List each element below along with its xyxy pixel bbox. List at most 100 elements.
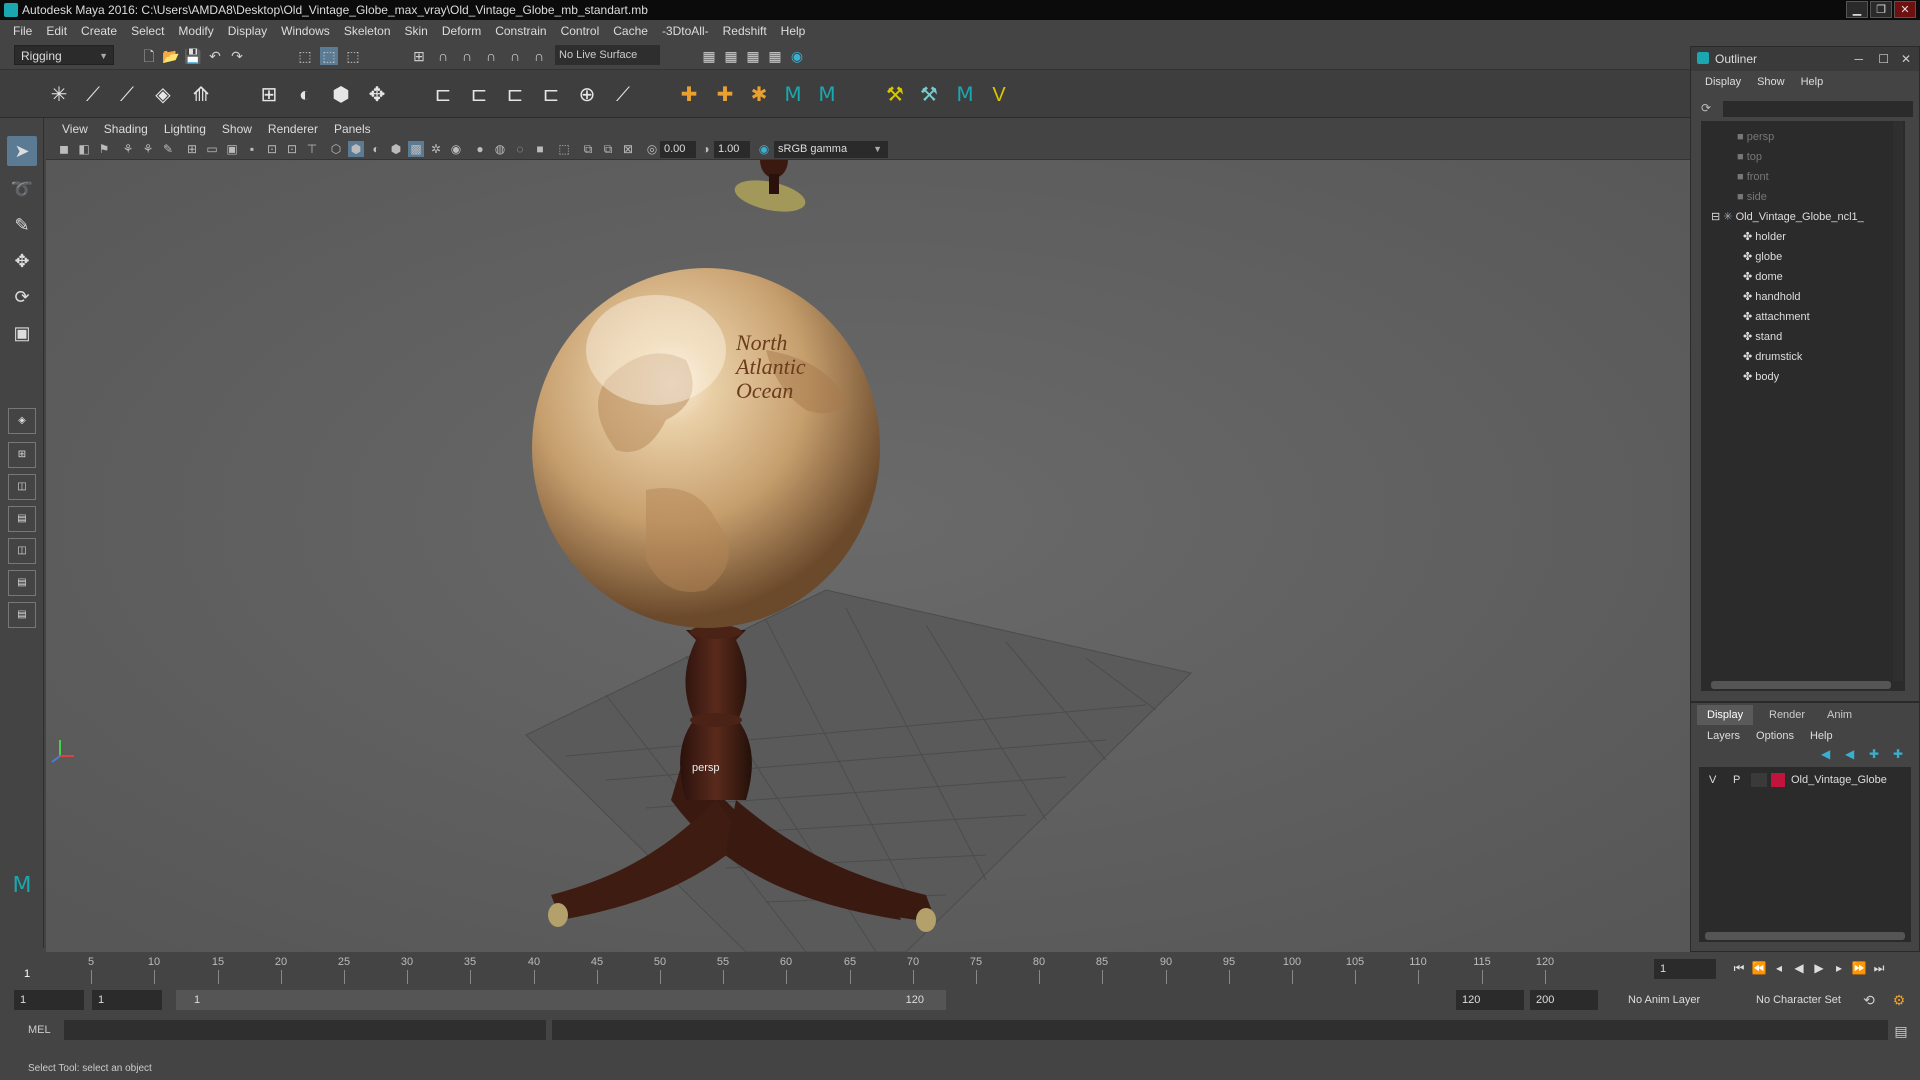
outliner-item-holder[interactable]: ✤ holder — [1743, 227, 1786, 247]
render-frame-icon[interactable]: ▦ — [700, 47, 718, 65]
menu-control[interactable]: Control — [554, 20, 607, 42]
xray-icon[interactable]: ⧉ — [580, 141, 596, 157]
layer-color-swatch[interactable] — [1771, 773, 1785, 787]
redo-icon[interactable]: ↷ — [228, 47, 246, 65]
outliner-item-globe[interactable]: ✤ globe — [1743, 247, 1782, 267]
depth-of-field-icon[interactable]: ■ — [532, 141, 548, 157]
start-time-field[interactable]: 1 — [14, 990, 84, 1010]
four-view-layout-icon[interactable]: ⊞ — [8, 442, 36, 468]
field-chart-icon[interactable]: ⊡ — [264, 141, 280, 157]
camera-icon[interactable]: ◼ — [56, 141, 72, 157]
step-back-key-icon[interactable]: ⏪ — [1750, 961, 1768, 977]
paint-skin-icon[interactable]: ⚒ — [916, 82, 942, 108]
play-forward-icon[interactable]: ▶ — [1810, 961, 1828, 977]
menu-deform[interactable]: Deform — [435, 20, 488, 42]
viewport-menu-view[interactable]: View — [54, 122, 96, 136]
outliner-item-dome[interactable]: ✤ dome — [1743, 267, 1783, 287]
layer-horizontal-scrollbar[interactable] — [1705, 932, 1905, 940]
play-backwards-icon[interactable]: ◀ — [1790, 961, 1808, 977]
layer-menu-options[interactable]: Options — [1748, 727, 1802, 745]
wireframe-on-shaded-icon[interactable]: ⬢ — [388, 141, 404, 157]
safe-action-icon[interactable]: ⊡ — [284, 141, 300, 157]
ik-handle-icon[interactable]: ⟋ — [80, 82, 106, 108]
minimize-icon[interactable]: ─ — [1854, 47, 1863, 71]
outliner-item-group[interactable]: ⊟ ✳ Old_Vintage_Globe_ncl1_ — [1711, 207, 1864, 227]
parent-constraint-icon[interactable]: ⊏ — [430, 82, 456, 108]
menu-3dtoall[interactable]: -3DtoAll- — [655, 20, 716, 42]
layer-menu-layers[interactable]: Layers — [1699, 727, 1748, 745]
single-view-layout-icon[interactable]: ◈ — [8, 408, 36, 434]
blend-shape-icon[interactable]: V — [986, 82, 1012, 108]
scale-tool-icon[interactable]: ▣ — [7, 318, 37, 348]
new-empty-layer-icon[interactable]: ✚ — [1869, 747, 1879, 761]
layer-menu-help[interactable]: Help — [1802, 727, 1841, 745]
character-set-dropdown[interactable]: No Character Set — [1750, 990, 1874, 1010]
step-back-frame-icon[interactable]: ◂ — [1770, 961, 1788, 977]
outliner-menu-display[interactable]: Display — [1697, 76, 1749, 88]
outliner-item-handhold[interactable]: ✤ handhold — [1743, 287, 1801, 307]
move-layer-up-icon[interactable]: ◀ — [1821, 747, 1830, 761]
ik-spline-icon[interactable]: ⟋ — [114, 82, 140, 108]
viewport-menu-shading[interactable]: Shading — [96, 122, 156, 136]
ipr-render-icon[interactable]: ▦ — [722, 47, 740, 65]
menu-edit[interactable]: Edit — [39, 20, 74, 42]
select-hierarchy-icon[interactable]: ⬚ — [296, 47, 314, 65]
perspective-viewport[interactable]: North Atlantic Ocean persp — [46, 160, 1690, 952]
bind-skin-icon[interactable]: ⊞ — [256, 82, 282, 108]
new-layer-from-selection-icon[interactable]: ✚ — [1893, 747, 1903, 761]
auto-key-icon[interactable]: ⟲ — [1860, 991, 1878, 1009]
viewport-menu-renderer[interactable]: Renderer — [260, 122, 326, 136]
viewport-menu-lighting[interactable]: Lighting — [156, 122, 214, 136]
exposure-field[interactable]: 0.00 — [660, 141, 696, 158]
menu-cache[interactable]: Cache — [606, 20, 655, 42]
select-tool-icon[interactable]: ➤ — [7, 136, 37, 166]
image-plane-icon[interactable]: ⚘ — [120, 141, 136, 157]
grid-icon[interactable]: ⊞ — [184, 141, 200, 157]
select-component-icon[interactable]: ⬚ — [344, 47, 362, 65]
two-d-pan-icon[interactable]: ⚘ — [140, 141, 156, 157]
scale-constraint-icon[interactable]: ⊏ — [538, 82, 564, 108]
xray-active-icon[interactable]: ⧉ — [600, 141, 616, 157]
menu-windows[interactable]: Windows — [274, 20, 337, 42]
wireframe-icon[interactable]: ⬡ — [328, 141, 344, 157]
smooth-shade-icon[interactable]: ⬢ — [348, 141, 364, 157]
filter-icon[interactable]: ⟳ — [1701, 101, 1711, 115]
point-constraint-icon[interactable]: ⊏ — [466, 82, 492, 108]
use-all-lights-icon[interactable]: ✲ — [428, 141, 444, 157]
grease-pencil-icon[interactable]: ✎ — [160, 141, 176, 157]
render-view-icon[interactable]: ◉ — [788, 47, 806, 65]
viewport-menu-panels[interactable]: Panels — [326, 122, 379, 136]
current-frame-field[interactable]: 1 — [1654, 959, 1716, 979]
persp-graph-layout-icon[interactable]: ◫ — [8, 538, 36, 564]
playback-end-field[interactable]: 120 — [1456, 990, 1524, 1010]
side-by-side-layout-icon[interactable]: ◫ — [8, 474, 36, 500]
new-scene-icon[interactable]: 🗋 — [140, 47, 158, 65]
lasso-tool-icon[interactable]: ➰ — [7, 174, 37, 204]
step-forward-key-icon[interactable]: ⏩ — [1850, 961, 1868, 977]
hypershade-icon[interactable]: ▦ — [766, 47, 784, 65]
tab-render[interactable]: Render — [1759, 705, 1815, 725]
paint-select-icon[interactable]: ✎ — [7, 210, 37, 240]
minimize-button[interactable]: ▁ — [1846, 1, 1868, 18]
bookmark-icon[interactable]: ⚑ — [96, 141, 112, 157]
screen-space-ao-icon[interactable]: ● — [472, 141, 488, 157]
anti-aliasing-icon[interactable]: ◌ — [512, 141, 528, 157]
tab-anim[interactable]: Anim — [1817, 705, 1862, 725]
close-icon[interactable]: ✕ — [1901, 47, 1911, 71]
playback-start-field[interactable]: 1 — [92, 990, 162, 1010]
snap-live-icon[interactable]: ∩ — [530, 47, 548, 65]
paint-weights-icon[interactable]: ◐ — [292, 82, 318, 108]
outliner-menu-show[interactable]: Show — [1749, 76, 1793, 88]
move-tool-icon[interactable]: ✥ — [7, 246, 37, 276]
snap-curve-icon[interactable]: ∩ — [434, 47, 452, 65]
gate-mask-icon[interactable]: ▪ — [244, 141, 260, 157]
persp-outliner-layout-icon[interactable]: ▤ — [8, 506, 36, 532]
go-to-start-icon[interactable]: ⏮ — [1730, 961, 1748, 977]
layer-name[interactable]: Old_Vintage_Globe — [1791, 771, 1887, 789]
save-scene-icon[interactable]: 💾 — [184, 47, 202, 65]
anim-layer-dropdown[interactable]: No Anim Layer — [1622, 990, 1742, 1010]
cluster-icon[interactable]: ✥ — [364, 82, 390, 108]
outliner-item-drumstick[interactable]: ✤ drumstick — [1743, 347, 1802, 367]
joint-orient-icon[interactable]: ✚ — [712, 82, 738, 108]
outliner-item-body[interactable]: ✤ body — [1743, 367, 1779, 387]
